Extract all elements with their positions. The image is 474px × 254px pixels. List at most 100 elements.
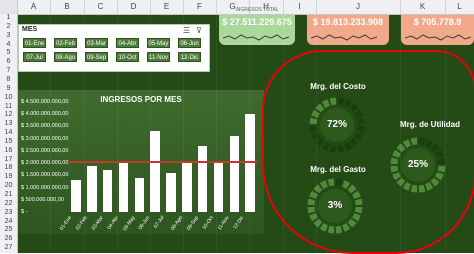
column-gridline bbox=[445, 14, 446, 253]
y-tick-label: $ - bbox=[21, 209, 28, 215]
row-header-25[interactable]: 25 bbox=[0, 226, 17, 233]
row-header-15[interactable]: 15 bbox=[0, 138, 17, 145]
kpi-sparkline bbox=[405, 34, 472, 41]
column-header-a[interactable]: A bbox=[17, 0, 51, 14]
column-gridline bbox=[183, 14, 184, 253]
row-header-13[interactable]: 13 bbox=[0, 120, 17, 127]
bar-01-ene[interactable] bbox=[71, 180, 81, 212]
column-header-c[interactable]: C bbox=[84, 0, 118, 14]
kpi-value: $ 19.813.233.908 bbox=[312, 17, 384, 27]
column-gridline bbox=[283, 14, 284, 253]
row-header-2[interactable]: 2 bbox=[0, 23, 17, 30]
row-header-12[interactable]: 12 bbox=[0, 111, 17, 118]
column-header-j[interactable]: J bbox=[316, 0, 401, 14]
gauge-segment bbox=[392, 172, 401, 181]
x-tick-label: 10-Oct bbox=[200, 215, 215, 231]
bar-07-jul[interactable] bbox=[166, 172, 176, 212]
gauge-segment bbox=[402, 182, 411, 191]
slicer-item-08-ago[interactable]: 08-Ago bbox=[54, 52, 77, 62]
column-gridline bbox=[150, 14, 151, 253]
y-tick-label: $ 3.500.000.000,00 bbox=[21, 123, 69, 130]
gauge-label: Mrg. del Gasto bbox=[310, 165, 366, 174]
kpi-card-utilidad: $ 705.778.9 bbox=[401, 15, 474, 45]
multi-select-icon[interactable]: ☰ bbox=[183, 26, 190, 35]
column-header-k[interactable]: K bbox=[400, 0, 446, 14]
row-header-9[interactable]: 9 bbox=[0, 85, 17, 92]
bar-09-sep[interactable] bbox=[197, 146, 208, 212]
slicer-item-10-oct[interactable]: 10-Oct bbox=[116, 52, 139, 62]
column-header-d[interactable]: D bbox=[117, 0, 151, 14]
slicer-item-04-abr[interactable]: 04-Abr bbox=[116, 38, 139, 48]
gauge-segment bbox=[344, 142, 353, 151]
row-header-23[interactable]: 23 bbox=[0, 209, 17, 216]
gauge-segment bbox=[309, 190, 318, 199]
slicer-item-06-jun[interactable]: 06-Jun bbox=[178, 38, 201, 48]
slicer-item-12-dic[interactable]: 12-Dic bbox=[178, 52, 201, 62]
x-tick-label: 09-Sep bbox=[185, 215, 200, 232]
row-header-1[interactable]: 1 bbox=[0, 14, 17, 21]
select-all-corner[interactable] bbox=[0, 0, 18, 14]
y-tick-label: $ 500.000.000,00 bbox=[21, 196, 64, 203]
row-header-14[interactable]: 14 bbox=[0, 129, 17, 136]
gauge-segment bbox=[356, 117, 365, 125]
row-header-17[interactable]: 17 bbox=[0, 156, 17, 163]
x-tick-label: 07-Jul bbox=[152, 215, 166, 230]
column-gridline bbox=[249, 14, 250, 253]
y-tick-label: $ 1.500.000.000,00 bbox=[21, 172, 69, 179]
slicer-item-07-jul[interactable]: 07-Jul bbox=[23, 52, 46, 62]
bar-11-nov[interactable] bbox=[229, 136, 239, 212]
row-header-26[interactable]: 26 bbox=[0, 235, 17, 242]
gauge-segment bbox=[410, 184, 418, 193]
row-header-3[interactable]: 3 bbox=[0, 32, 17, 39]
gauge-segment bbox=[315, 103, 325, 113]
bar-02-feb[interactable] bbox=[87, 165, 97, 212]
row-header-19[interactable]: 19 bbox=[0, 173, 17, 180]
column-header-b[interactable]: B bbox=[50, 0, 85, 14]
row-header-21[interactable]: 21 bbox=[0, 191, 17, 198]
row-header-5[interactable]: 5 bbox=[0, 49, 17, 56]
slicer-item-02-feb[interactable]: 02-Feb bbox=[54, 38, 77, 48]
row-header-8[interactable]: 8 bbox=[0, 76, 17, 83]
average-line bbox=[68, 160, 258, 163]
row-header-10[interactable]: 10 bbox=[0, 94, 17, 101]
gauge-segment bbox=[352, 213, 361, 222]
clear-filter-icon[interactable]: ⊽ bbox=[196, 26, 202, 35]
gauge-value: 25% bbox=[407, 159, 428, 170]
gauge-segment bbox=[321, 99, 330, 108]
row-header-7[interactable]: 7 bbox=[0, 67, 17, 74]
gauge-segment bbox=[347, 218, 357, 228]
gauge-segment bbox=[354, 198, 363, 206]
slicer-item-01-ene[interactable]: 01-Ene bbox=[23, 38, 46, 48]
gauge-segment bbox=[315, 137, 325, 147]
gauge-segment bbox=[349, 137, 359, 147]
slicer-item-03-mar[interactable]: 03-Mar bbox=[85, 38, 108, 48]
gauge-segment bbox=[356, 125, 365, 133]
gauge-segment bbox=[319, 180, 328, 189]
mes-slicer[interactable]: MES ☰ ⊽ 01-Ene 02-Feb 03-Mar 04-Abr 05-May 06… bbox=[18, 24, 210, 72]
bar-05-may[interactable] bbox=[134, 177, 144, 212]
bar-03-mar[interactable] bbox=[102, 170, 113, 212]
row-header-18[interactable]: 18 bbox=[0, 164, 17, 171]
slicer-item-09-sep[interactable]: 09-Sep bbox=[85, 52, 108, 62]
bar-04-abr[interactable] bbox=[118, 163, 129, 212]
ingresos-por-mes-chart[interactable]: INGRESOS POR MES $ 4.500.000.000,00 $ 4.0… bbox=[18, 90, 264, 234]
gauge-segment bbox=[390, 165, 399, 173]
row-header-20[interactable]: 20 bbox=[0, 182, 17, 189]
column-header-l[interactable]: L bbox=[445, 0, 474, 14]
row-header-6[interactable]: 6 bbox=[0, 58, 17, 65]
row-header-27[interactable]: 27 bbox=[0, 244, 17, 251]
row-header-22[interactable]: 22 bbox=[0, 200, 17, 207]
column-header-f[interactable]: F bbox=[183, 0, 217, 14]
bar-12-dic[interactable] bbox=[245, 114, 255, 212]
bar-06-jun[interactable] bbox=[150, 131, 160, 212]
row-header-11[interactable]: 11 bbox=[0, 103, 17, 110]
column-gridline bbox=[84, 14, 85, 253]
x-tick-label: 05-May bbox=[122, 215, 137, 233]
row-header-16[interactable]: 16 bbox=[0, 147, 17, 154]
gauge-value: 3% bbox=[327, 200, 343, 211]
column-header-e[interactable]: E bbox=[150, 0, 184, 14]
row-header-24[interactable]: 24 bbox=[0, 218, 17, 225]
gauge-segment bbox=[435, 172, 444, 181]
row-header-4[interactable]: 4 bbox=[0, 41, 17, 48]
x-tick-label: 02-Feb bbox=[74, 215, 89, 232]
